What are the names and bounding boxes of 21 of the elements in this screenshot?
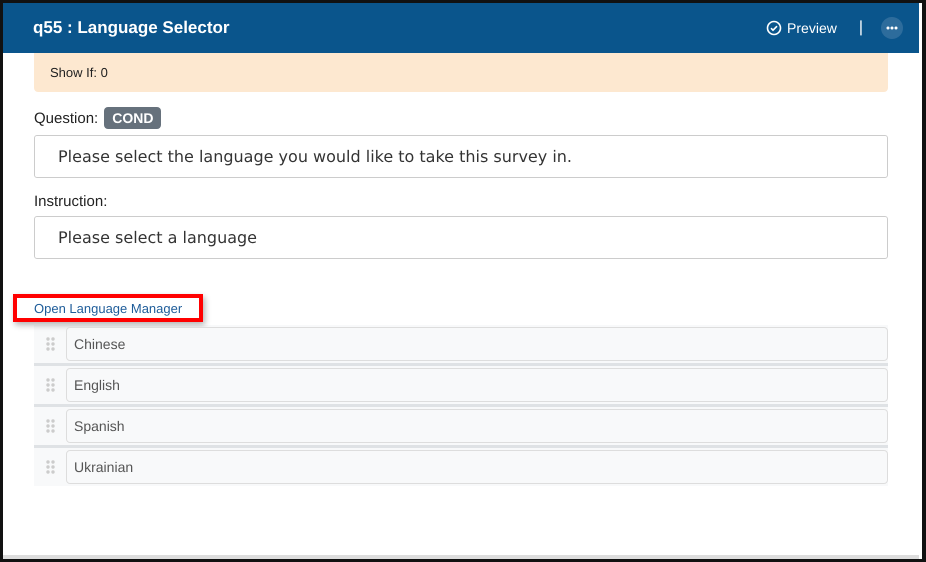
drag-handle-icon[interactable] — [46, 419, 54, 433]
separator: | — [858, 19, 863, 37]
drag-handle-icon[interactable] — [46, 378, 54, 392]
drag-handle-icon[interactable] — [46, 460, 54, 474]
question-label: Question: — [34, 110, 98, 126]
option-field[interactable]: English — [66, 368, 888, 402]
check-circle-icon — [766, 20, 782, 36]
condition-banner: Show If: 0 — [34, 53, 888, 92]
option-field[interactable]: Ukrainian — [66, 450, 888, 484]
language-manager-link[interactable]: Open Language Manager — [13, 294, 204, 322]
option-field[interactable]: Chinese — [66, 327, 888, 361]
option-field[interactable]: Spanish — [66, 409, 888, 443]
more-icon — [886, 26, 898, 30]
more-button[interactable] — [881, 17, 903, 39]
preview-button[interactable]: Preview — [766, 20, 837, 36]
window-title: q55 : Language Selector — [33, 18, 230, 38]
instruction-label: Instruction: — [34, 193, 108, 210]
cond-tag: COND — [104, 107, 162, 129]
drag-handle-icon[interactable] — [46, 337, 54, 351]
question-field[interactable]: Please select the language you would like to take this survey in. — [34, 135, 888, 178]
instruction-field[interactable]: Please select a language — [34, 216, 888, 259]
